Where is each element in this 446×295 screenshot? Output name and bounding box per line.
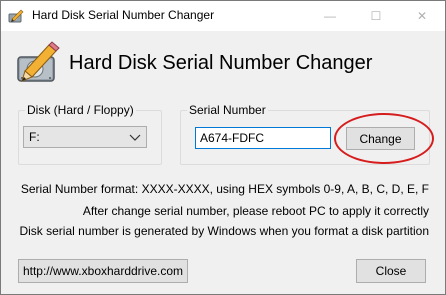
disk-select[interactable]: F: <box>23 126 147 148</box>
serial-format-info: Serial Number format: XXXX-XXXX, using H… <box>20 182 429 196</box>
app-icon <box>8 8 24 24</box>
disk-group-label: Disk (Hard / Floppy) <box>25 103 136 117</box>
disk-select-value: F: <box>29 130 40 144</box>
window-title: Hard Disk Serial Number Changer <box>32 8 215 22</box>
app-window: Hard Disk Serial Number Changer — ☐ ✕ Ha… <box>0 0 446 295</box>
hard-disk-pencil-icon <box>15 41 61 85</box>
title-bar[interactable]: Hard Disk Serial Number Changer — ☐ ✕ <box>1 1 445 31</box>
chevron-down-icon[interactable] <box>128 129 142 145</box>
serial-group-label: Serial Number <box>187 103 268 117</box>
close-button[interactable]: Close <box>356 259 426 283</box>
website-link-button[interactable]: http://www.xboxharddrive.com <box>18 259 188 283</box>
generated-info: Disk serial number is generated by Windo… <box>19 224 429 238</box>
app-heading: Hard Disk Serial Number Changer <box>69 52 373 74</box>
window-close-button[interactable]: ✕ <box>399 1 445 31</box>
change-button[interactable]: Change <box>346 127 415 150</box>
maximize-button[interactable]: ☐ <box>353 1 399 31</box>
reboot-info: After change serial number, please reboo… <box>82 204 429 218</box>
minimize-button[interactable]: — <box>307 1 353 31</box>
serial-number-input[interactable] <box>195 127 331 149</box>
